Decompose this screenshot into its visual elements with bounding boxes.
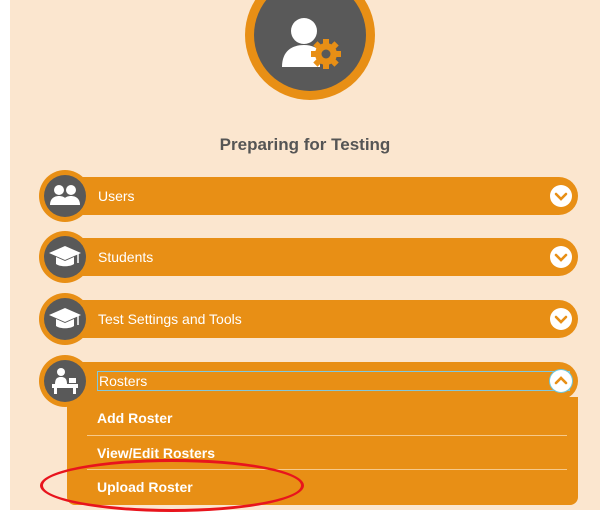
users-icon-ring	[39, 170, 91, 222]
chevron-down-icon[interactable]	[550, 308, 572, 330]
section-test-settings-label: Test Settings and Tools	[98, 311, 242, 327]
students-icon-ring	[39, 231, 91, 283]
submenu-upload-roster[interactable]: Upload Roster	[67, 470, 578, 504]
user-settings-icon	[254, 0, 366, 91]
hero-icon-ring	[245, 0, 375, 100]
section-rosters-label: Rosters	[97, 371, 570, 391]
section-test-settings[interactable]: Test Settings and Tools	[39, 293, 578, 345]
chevron-down-icon[interactable]	[550, 185, 572, 207]
submenu-upload-roster-label: Upload Roster	[97, 479, 193, 495]
section-users-label: Users	[98, 188, 135, 204]
section-students-label: Students	[98, 249, 154, 265]
section-students[interactable]: Students	[39, 231, 578, 283]
rosters-icon-ring	[39, 355, 91, 407]
submenu-view-edit-rosters-label: View/Edit Rosters	[97, 445, 216, 461]
rosters-submenu: Add Roster View/Edit Rosters Upload Rost…	[67, 397, 578, 505]
users-icon	[44, 175, 86, 217]
section-users[interactable]: Users	[39, 170, 578, 222]
submenu-view-edit-rosters[interactable]: View/Edit Rosters	[67, 436, 578, 470]
graduation-cap-icon	[44, 236, 86, 278]
test-settings-icon-ring	[39, 293, 91, 345]
graduation-cap-icon	[44, 298, 86, 340]
chevron-down-icon[interactable]	[550, 246, 572, 268]
teacher-desk-icon	[44, 360, 86, 402]
submenu-add-roster-label: Add Roster	[97, 410, 173, 426]
submenu-add-roster[interactable]: Add Roster	[67, 401, 578, 435]
section-rosters[interactable]: Rosters	[39, 355, 578, 407]
page-title: Preparing for Testing	[219, 135, 391, 154]
chevron-up-icon[interactable]	[550, 370, 572, 392]
